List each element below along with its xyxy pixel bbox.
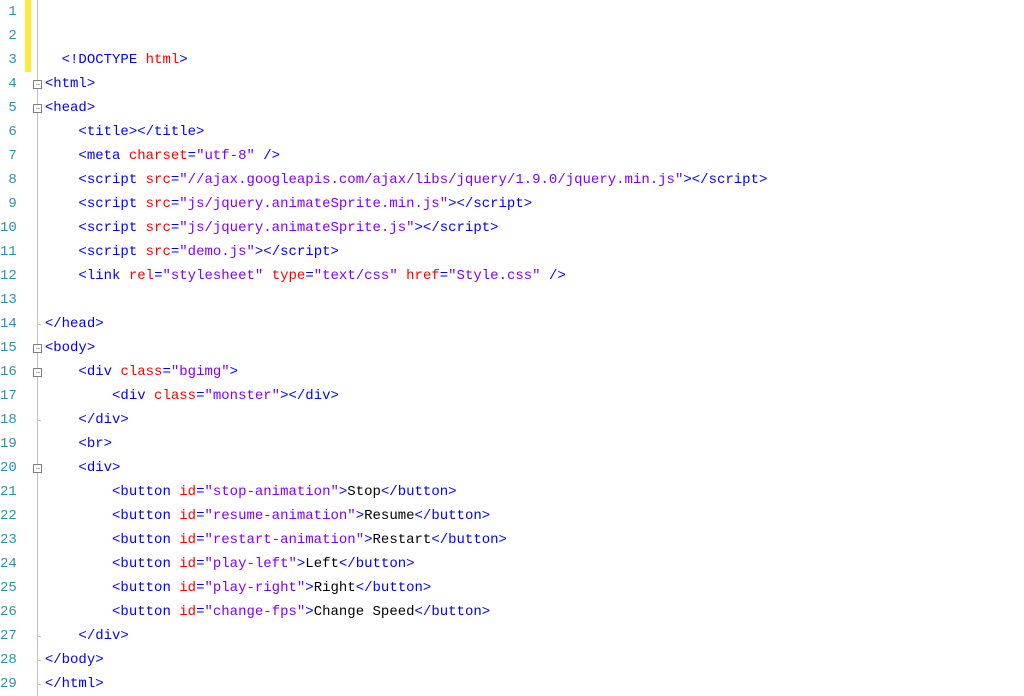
fold-row[interactable] — [31, 0, 45, 24]
code-line[interactable]: </div> — [45, 624, 1024, 648]
fold-row[interactable] — [31, 168, 45, 192]
code-line[interactable]: <div class="monster"></div> — [45, 384, 1024, 408]
code-line[interactable]: <button id="play-left">Left</button> — [45, 552, 1024, 576]
fold-row[interactable]: − — [31, 96, 45, 120]
code-line[interactable]: <script src="//ajax.googleapis.com/ajax/… — [45, 168, 1024, 192]
fold-row[interactable]: − — [31, 72, 45, 96]
fold-row[interactable] — [31, 312, 45, 336]
code-line[interactable] — [45, 288, 1024, 312]
code-line[interactable]: <meta charset="utf-8" /> — [45, 144, 1024, 168]
fold-row[interactable] — [31, 192, 45, 216]
code-line[interactable]: <div> — [45, 456, 1024, 480]
line-number: 18 — [0, 408, 17, 432]
fold-row[interactable] — [31, 216, 45, 240]
line-number: 13 — [0, 288, 17, 312]
fold-row[interactable] — [31, 240, 45, 264]
fold-row[interactable] — [31, 624, 45, 648]
code-line[interactable] — [45, 0, 1024, 24]
line-number: 7 — [0, 144, 17, 168]
line-number: 28 — [0, 648, 17, 672]
fold-row[interactable]: − — [31, 336, 45, 360]
line-number: 24 — [0, 552, 17, 576]
fold-row[interactable] — [31, 288, 45, 312]
line-number: 23 — [0, 528, 17, 552]
fold-row[interactable]: − — [31, 456, 45, 480]
line-number: 21 — [0, 480, 17, 504]
code-line[interactable]: <!DOCTYPE html> — [45, 48, 1024, 72]
fold-row[interactable] — [31, 432, 45, 456]
line-number: 4 — [0, 72, 17, 96]
line-number: 5 — [0, 96, 17, 120]
fold-row[interactable] — [31, 600, 45, 624]
fold-row[interactable] — [31, 528, 45, 552]
code-line[interactable]: <script src="js/jquery.animateSprite.min… — [45, 192, 1024, 216]
code-line[interactable]: <button id="change-fps">Change Speed</bu… — [45, 600, 1024, 624]
code-line[interactable]: <script src="demo.js"></script> — [45, 240, 1024, 264]
fold-row[interactable] — [31, 552, 45, 576]
line-number: 19 — [0, 432, 17, 456]
line-number: 25 — [0, 576, 17, 600]
line-number: 17 — [0, 384, 17, 408]
fold-collapse-icon[interactable]: − — [33, 368, 42, 377]
line-number: 2 — [0, 24, 17, 48]
line-number-gutter: 1234567891011121314151617181920212223242… — [0, 0, 25, 696]
fold-row[interactable] — [31, 384, 45, 408]
fold-row[interactable] — [31, 120, 45, 144]
code-line[interactable]: </html> — [45, 672, 1024, 696]
code-line[interactable]: <div class="bgimg"> — [45, 360, 1024, 384]
fold-row[interactable] — [31, 672, 45, 696]
line-number: 9 — [0, 192, 17, 216]
line-number: 26 — [0, 600, 17, 624]
line-number: 29 — [0, 672, 17, 696]
code-line[interactable]: </head> — [45, 312, 1024, 336]
fold-collapse-icon[interactable]: − — [33, 104, 42, 113]
line-number: 16 — [0, 360, 17, 384]
fold-row[interactable]: − — [31, 360, 45, 384]
code-line[interactable]: <button id="resume-animation">Resume</bu… — [45, 504, 1024, 528]
line-number: 20 — [0, 456, 17, 480]
code-line[interactable]: <html> — [45, 72, 1024, 96]
fold-row[interactable] — [31, 24, 45, 48]
code-line[interactable]: <script src="js/jquery.animateSprite.js"… — [45, 216, 1024, 240]
line-number: 12 — [0, 264, 17, 288]
fold-row[interactable] — [31, 144, 45, 168]
line-number: 27 — [0, 624, 17, 648]
line-number: 10 — [0, 216, 17, 240]
code-line[interactable]: <br> — [45, 432, 1024, 456]
fold-row[interactable] — [31, 480, 45, 504]
fold-row[interactable] — [31, 648, 45, 672]
fold-collapse-icon[interactable]: − — [33, 344, 42, 353]
fold-row[interactable] — [31, 504, 45, 528]
line-number: 11 — [0, 240, 17, 264]
fold-margin[interactable]: − − − − − — [31, 0, 45, 696]
code-line[interactable]: </body> — [45, 648, 1024, 672]
line-number: 6 — [0, 120, 17, 144]
line-number: 22 — [0, 504, 17, 528]
code-line[interactable]: <button id="play-right">Right</button> — [45, 576, 1024, 600]
fold-collapse-icon[interactable]: − — [33, 464, 42, 473]
line-number: 15 — [0, 336, 17, 360]
fold-row[interactable] — [31, 576, 45, 600]
line-number: 3 — [0, 48, 17, 72]
code-line[interactable] — [45, 24, 1024, 48]
line-number: 8 — [0, 168, 17, 192]
fold-collapse-icon[interactable]: − — [33, 80, 42, 89]
fold-row[interactable] — [31, 48, 45, 72]
code-line[interactable]: </div> — [45, 408, 1024, 432]
code-line[interactable]: <body> — [45, 336, 1024, 360]
fold-row[interactable] — [31, 264, 45, 288]
code-line[interactable]: <title></title> — [45, 120, 1024, 144]
line-number: 14 — [0, 312, 17, 336]
line-number: 1 — [0, 0, 17, 24]
code-editor[interactable]: <!DOCTYPE html><html><head> <title></tit… — [45, 0, 1024, 696]
code-line[interactable]: <head> — [45, 96, 1024, 120]
fold-row[interactable] — [31, 408, 45, 432]
code-line[interactable]: <button id="restart-animation">Restart</… — [45, 528, 1024, 552]
code-line[interactable]: <link rel="stylesheet" type="text/css" h… — [45, 264, 1024, 288]
code-line[interactable]: <button id="stop-animation">Stop</button… — [45, 480, 1024, 504]
